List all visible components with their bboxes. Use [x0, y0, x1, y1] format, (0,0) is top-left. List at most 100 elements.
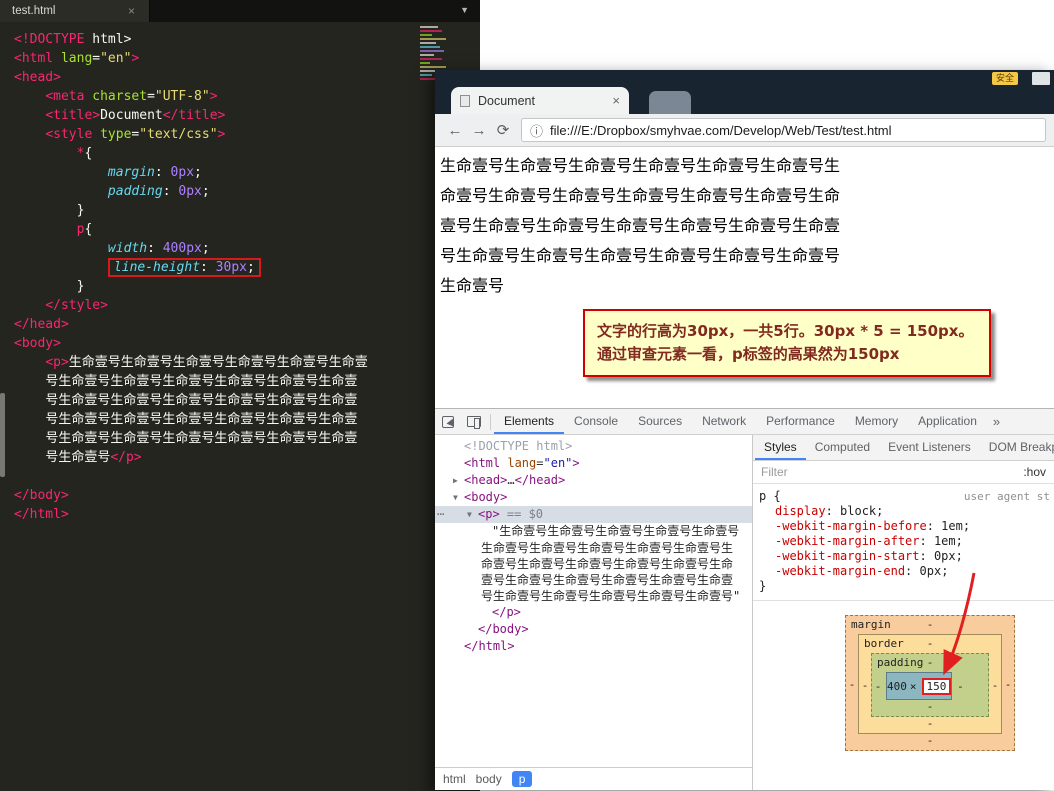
- devtools-tab-elements[interactable]: Elements: [494, 409, 564, 434]
- tree-row[interactable]: <html lang="en">: [435, 455, 752, 472]
- device-toolbar-icon[interactable]: [461, 409, 487, 434]
- box-model-border[interactable]: border - - padding -: [858, 634, 1002, 734]
- box-model-padding[interactable]: padding - - 400 ×: [871, 653, 989, 717]
- code-line[interactable]: <title>Document</title>: [14, 106, 480, 125]
- forward-icon[interactable]: →: [467, 122, 491, 139]
- code-line[interactable]: 号生命壹号</p>: [14, 448, 480, 467]
- info-icon: ⓘ: [530, 121, 543, 140]
- browser-toolbar: ← → ⟳ ⓘ file:///E:/Dropbox/smyhvae.com/D…: [435, 114, 1054, 147]
- tree-row[interactable]: ▶<head>…</head>: [435, 472, 752, 489]
- tree-row[interactable]: <!DOCTYPE html>: [435, 438, 752, 455]
- css-close-brace: }: [759, 579, 1050, 594]
- breadcrumb-item-html[interactable]: html: [443, 772, 466, 786]
- editor-scrollbar[interactable]: [0, 393, 5, 477]
- css-property[interactable]: display: block;: [759, 504, 1050, 519]
- more-tabs-icon[interactable]: »: [987, 409, 1006, 434]
- twisty-icon[interactable]: ▼: [467, 507, 478, 523]
- code-line[interactable]: [14, 467, 480, 486]
- code-line[interactable]: margin: 0px;: [14, 163, 480, 182]
- code-line[interactable]: 号生命壹号生命壹号生命壹号生命壹号生命壹号生命壹: [14, 391, 480, 410]
- css-property[interactable]: -webkit-margin-end: 0px;: [759, 564, 1050, 579]
- code-line[interactable]: padding: 0px;: [14, 182, 480, 201]
- back-icon[interactable]: ←: [443, 122, 467, 139]
- css-selector[interactable]: p {: [759, 489, 964, 504]
- devtools-tab-strip: ElementsConsoleSourcesNetworkPerformance…: [494, 409, 1006, 434]
- code-line[interactable]: *{: [14, 144, 480, 163]
- address-bar[interactable]: ⓘ file:///E:/Dropbox/smyhvae.com/Develop…: [521, 118, 1046, 142]
- sidebar-tab-strip: StylesComputedEvent ListenersDOM Breakpo…: [753, 435, 1054, 461]
- editor-code[interactable]: <!DOCTYPE html><html lang="en"><head> <m…: [14, 30, 480, 524]
- breadcrumb-item-p[interactable]: p: [512, 771, 533, 787]
- devtools-tab-network[interactable]: Network: [692, 409, 756, 434]
- tree-row[interactable]: </html>: [435, 638, 752, 655]
- devtools-main: <!DOCTYPE html> <html lang="en">▶<head>……: [435, 435, 1054, 790]
- tree-row[interactable]: </body>: [435, 621, 752, 638]
- sidebar-tab-computed[interactable]: Computed: [806, 435, 879, 460]
- border-left-value: -: [859, 679, 871, 692]
- hov-toggle[interactable]: :hov: [1023, 465, 1046, 479]
- code-line[interactable]: 号生命壹号生命壹号生命壹号生命壹号生命壹号生命壹: [14, 372, 480, 391]
- code-line[interactable]: <!DOCTYPE html>: [14, 30, 480, 49]
- new-tab-button[interactable]: [649, 91, 691, 114]
- url-text[interactable]: file:///E:/Dropbox/smyhvae.com/Develop/W…: [550, 123, 892, 138]
- code-line[interactable]: </head>: [14, 315, 480, 334]
- box-model-margin[interactable]: margin - - border -: [845, 615, 1015, 751]
- breadcrumb-item-body[interactable]: body: [476, 772, 502, 786]
- code-line[interactable]: <meta charset="UTF-8">: [14, 87, 480, 106]
- code-line[interactable]: <style type="text/css">: [14, 125, 480, 144]
- security-badge[interactable]: 安全: [992, 72, 1018, 85]
- css-property[interactable]: -webkit-margin-before: 1em;: [759, 519, 1050, 534]
- tree-row[interactable]: "生命壹号生命壹号生命壹号生命壹号生命壹号生命壹号生命壹号生命壹号生命壹号生命壹…: [435, 523, 752, 604]
- window-control-icon[interactable]: [1032, 72, 1050, 85]
- css-property[interactable]: -webkit-margin-after: 1em;: [759, 534, 1050, 549]
- code-line[interactable]: <p>生命壹号生命壹号生命壹号生命壹号生命壹号生命壹: [14, 353, 480, 372]
- devtools-tab-application[interactable]: Application: [908, 409, 987, 434]
- code-line[interactable]: 号生命壹号生命壹号生命壹号生命壹号生命壹号生命壹: [14, 429, 480, 448]
- annotation-note: 文字的行高为30px，一共5行。30px * 5 = 150px。 通过审查元素…: [583, 309, 991, 377]
- reload-icon[interactable]: ⟳: [491, 121, 515, 139]
- paragraph-line: 生命壹号: [440, 271, 1054, 301]
- editor-tab-test-html[interactable]: test.html ×: [0, 0, 150, 22]
- devtools-tab-sources[interactable]: Sources: [628, 409, 692, 434]
- sidebar-tab-event-listeners[interactable]: Event Listeners: [879, 435, 980, 460]
- twisty-icon: [453, 456, 464, 472]
- tree-row[interactable]: ⋯▼<p> == $0: [435, 506, 752, 523]
- code-line[interactable]: </body>: [14, 486, 480, 505]
- sidebar-tab-dom-breakpoints[interactable]: DOM Breakpoints: [980, 435, 1054, 460]
- close-icon[interactable]: ×: [112, 4, 135, 18]
- filter-input[interactable]: Filter: [761, 465, 1023, 479]
- code-line[interactable]: </html>: [14, 505, 480, 524]
- box-model-content[interactable]: 400 × 150: [886, 672, 952, 700]
- sidebar-tab-styles[interactable]: Styles: [755, 435, 806, 460]
- note-line-2: 通过审查元素一看，p标签的高果然为150px: [597, 343, 977, 366]
- browser-tab-document[interactable]: Document ×: [451, 87, 629, 114]
- tree-row[interactable]: </p>: [435, 604, 752, 621]
- code-line[interactable]: <body>: [14, 334, 480, 353]
- devtools-tab-performance[interactable]: Performance: [756, 409, 845, 434]
- code-line[interactable]: <head>: [14, 68, 480, 87]
- more-actions-icon[interactable]: ⋯: [437, 506, 443, 522]
- paragraph-line: 号生命壹号生命壹号生命壹号生命壹号生命壹号生命壹号: [440, 241, 1054, 271]
- code-line[interactable]: <html lang="en">: [14, 49, 480, 68]
- css-property[interactable]: -webkit-margin-start: 0px;: [759, 549, 1050, 564]
- code-line[interactable]: }: [14, 277, 480, 296]
- code-line[interactable]: p{: [14, 220, 480, 239]
- page-favicon-icon: [460, 95, 470, 107]
- close-icon[interactable]: ×: [612, 93, 620, 108]
- twisty-icon[interactable]: ▼: [453, 490, 464, 506]
- code-line[interactable]: width: 400px;: [14, 239, 480, 258]
- sublime-editor-window: test.html × ▼ <!DOCTYPE html><html lang=…: [0, 0, 480, 791]
- tree-row[interactable]: ▼<body>: [435, 489, 752, 506]
- code-line[interactable]: }: [14, 201, 480, 220]
- devtools-tab-console[interactable]: Console: [564, 409, 628, 434]
- css-rule-props: display: block;-webkit-margin-before: 1e…: [759, 504, 1050, 579]
- devtools-tab-memory[interactable]: Memory: [845, 409, 908, 434]
- code-line[interactable]: </style>: [14, 296, 480, 315]
- browser-window: 安全 Document × ← → ⟳ ⓘ file:///E:/Dropbox…: [435, 70, 1054, 790]
- code-line[interactable]: line-height: 30px;: [14, 258, 480, 277]
- inspect-icon[interactable]: [435, 409, 461, 434]
- code-line[interactable]: 号生命壹号生命壹号生命壹号生命壹号生命壹号生命壹: [14, 410, 480, 429]
- tab-overflow-icon[interactable]: ▼: [460, 5, 469, 15]
- padding-top-value: -: [872, 656, 988, 669]
- twisty-icon[interactable]: ▶: [453, 473, 464, 489]
